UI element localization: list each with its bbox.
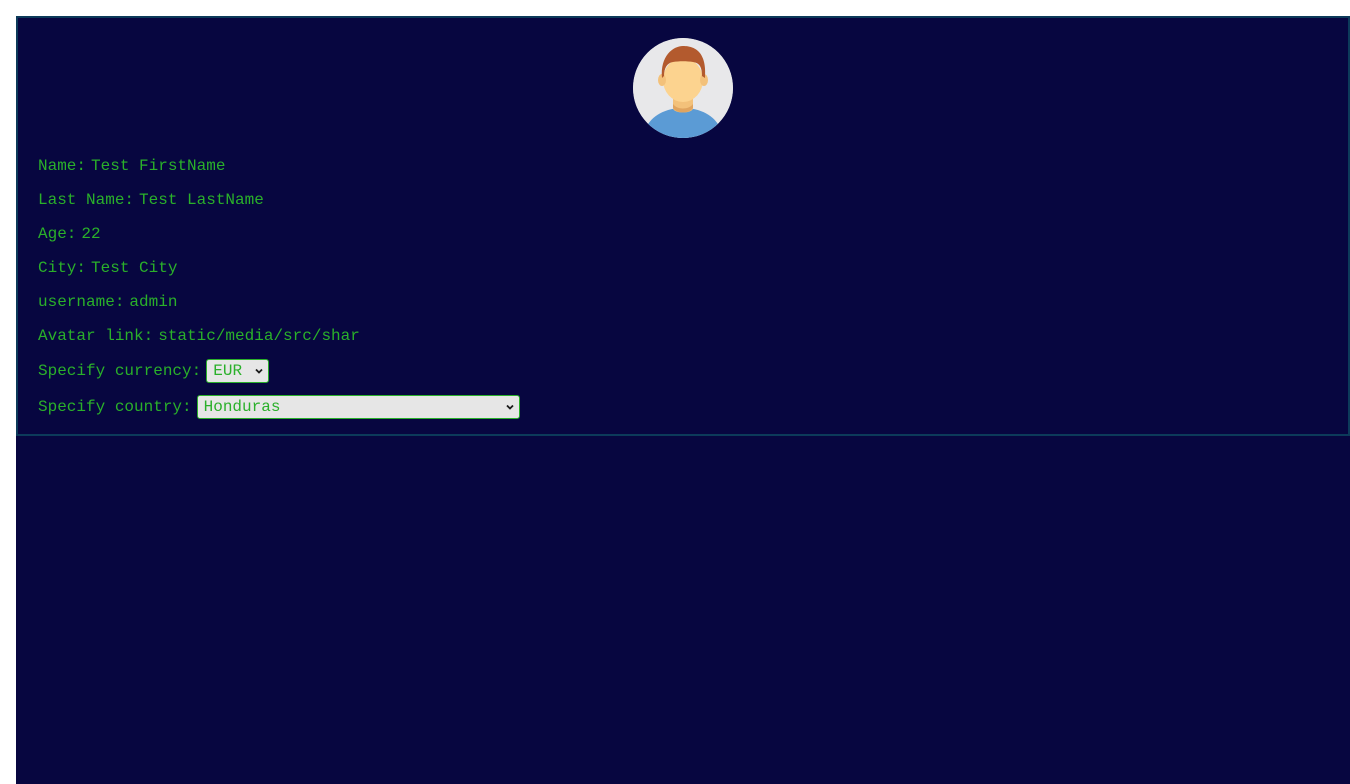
currency-select[interactable]: EUR xyxy=(206,359,270,383)
profile-fields: Name: Test FirstName Last Name: Test Las… xyxy=(38,149,520,425)
field-username: username: admin xyxy=(38,285,520,319)
city-label: City: xyxy=(38,259,87,277)
currency-label: Specify currency: xyxy=(38,362,202,380)
name-label: Name: xyxy=(38,157,87,175)
last-name-label: Last Name: xyxy=(38,191,135,209)
country-selected-value: Honduras xyxy=(203,398,281,416)
age-label: Age: xyxy=(38,225,77,243)
city-value: Test City xyxy=(91,259,178,277)
field-name: Name: Test FirstName xyxy=(38,149,520,183)
currency-selected-value: EUR xyxy=(213,362,243,380)
page-background: Name: Test FirstName Last Name: Test Las… xyxy=(16,16,1350,784)
field-age: Age: 22 xyxy=(38,217,520,251)
last-name-value: Test LastName xyxy=(139,191,264,209)
profile-card: Name: Test FirstName Last Name: Test Las… xyxy=(16,16,1350,436)
chevron-down-icon xyxy=(255,368,263,374)
avatar-link-label: Avatar link: xyxy=(38,327,154,345)
name-value: Test FirstName xyxy=(91,157,226,175)
chevron-down-icon xyxy=(505,404,514,410)
field-country: Specify country: Honduras xyxy=(38,389,520,425)
field-city: City: Test City xyxy=(38,251,520,285)
country-label: Specify country: xyxy=(38,398,192,416)
user-avatar-icon xyxy=(633,38,733,138)
username-value: admin xyxy=(129,293,178,311)
field-last-name: Last Name: Test LastName xyxy=(38,183,520,217)
avatar-link-value: static/media/src/shar xyxy=(158,327,360,345)
field-currency: Specify currency: EUR xyxy=(38,353,520,389)
country-select[interactable]: Honduras xyxy=(196,395,520,419)
username-label: username: xyxy=(38,293,125,311)
field-avatar-link: Avatar link: static/media/src/shar xyxy=(38,319,520,353)
age-value: 22 xyxy=(81,225,101,243)
